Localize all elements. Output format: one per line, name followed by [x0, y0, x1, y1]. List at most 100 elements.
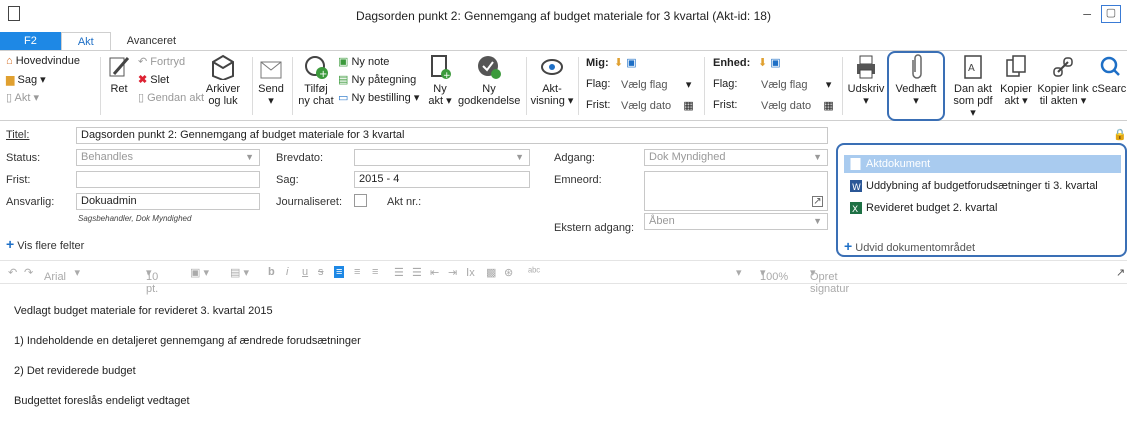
- ny-paategning-button[interactable]: ▤ Ny påtegning: [338, 73, 416, 86]
- mig-flag-select[interactable]: Vælg flag ▾: [621, 78, 691, 91]
- body-line: 2) Det reviderede budget: [14, 365, 136, 377]
- adgang-select[interactable]: Dok Myndighed ▼: [644, 149, 828, 166]
- kopier-link-button[interactable]: Kopier link til akten ▾: [1036, 54, 1090, 107]
- text-color-icon[interactable]: ▣ ▾: [190, 266, 209, 279]
- vis-flere-felter-link[interactable]: + Vis flere felter: [6, 236, 84, 252]
- clear-format-icon[interactable]: Ⅰx: [466, 266, 475, 279]
- slet-button[interactable]: ✖ Slet: [138, 73, 169, 86]
- ekstern-adgang-select[interactable]: Åben ▼: [644, 213, 828, 230]
- underline-icon[interactable]: u: [302, 266, 308, 278]
- sag-input[interactable]: 2015 - 4: [354, 171, 530, 188]
- page-icon: ▯: [6, 92, 13, 104]
- page-icon: [850, 158, 861, 170]
- outdent-icon[interactable]: ⇤: [430, 266, 439, 279]
- gendan-akt-button[interactable]: ▯ Gendan akt: [138, 91, 204, 104]
- mig-frist-label: Frist:: [586, 99, 611, 111]
- window-title: Dagsorden punkt 2: Gennemgang af budget …: [356, 9, 771, 23]
- enhed-frist-select[interactable]: Vælg dato ▦: [761, 99, 834, 112]
- fortryd-button[interactable]: ↶ Fortryd: [138, 55, 185, 68]
- title-bar: Dagsorden punkt 2: Gennemgang af budget …: [0, 0, 1127, 30]
- brevdato-input[interactable]: ▼: [354, 149, 530, 166]
- enhed-flag-buttons[interactable]: ⬇ ▣: [758, 56, 781, 69]
- akt-button[interactable]: ▯ Akt ▾: [6, 91, 39, 104]
- align-right-icon[interactable]: ≡: [372, 266, 378, 278]
- format-dropdown[interactable]: ▾: [736, 266, 742, 279]
- akt-visning-button[interactable]: Akt-visning ▾: [530, 54, 574, 107]
- undo-icon[interactable]: ↶: [8, 266, 17, 279]
- mig-flag-label: Flag:: [586, 78, 611, 90]
- lock-icon: 🔒: [1113, 129, 1127, 141]
- send-button[interactable]: Send ▾: [256, 54, 286, 107]
- arkiver-button[interactable]: Arkiver og luk: [200, 54, 246, 107]
- ret-button[interactable]: Ret: [104, 54, 134, 95]
- bold-icon[interactable]: b: [268, 266, 275, 278]
- bullet-list-icon[interactable]: ☰: [394, 266, 404, 279]
- document-item-revideret[interactable]: X Revideret budget 2. kvartal: [844, 199, 1121, 217]
- copy-icon: [1006, 55, 1026, 77]
- document-item-aktdokument[interactable]: Aktdokument: [844, 155, 1121, 173]
- ansvarlig-input[interactable]: Dokuadmin: [76, 193, 260, 210]
- align-left-icon[interactable]: ≡: [334, 266, 345, 278]
- frist-label: Frist:: [6, 174, 31, 186]
- image-icon[interactable]: ▩: [486, 266, 496, 279]
- status-select[interactable]: Behandles ▼: [76, 149, 260, 166]
- hovedvindue-button[interactable]: ⌂ Hovedvindue: [6, 55, 80, 67]
- restore-icon: ▯: [138, 92, 145, 104]
- emneord-input[interactable]: ↗: [644, 171, 828, 211]
- pdf-icon: A: [964, 55, 982, 79]
- expand-editor-icon[interactable]: ↗: [1116, 266, 1125, 279]
- ny-note-button[interactable]: ▣ Ny note: [338, 55, 389, 68]
- maximize-button[interactable]: ▢: [1101, 5, 1121, 23]
- italic-icon[interactable]: i: [286, 266, 288, 278]
- ny-akt-button[interactable]: + Ny akt ▾: [424, 54, 456, 107]
- svg-text:A: A: [968, 63, 975, 74]
- indent-icon[interactable]: ⇥: [448, 266, 457, 279]
- enhed-flag-select[interactable]: Vælg flag ▾: [761, 78, 831, 91]
- font-size-select[interactable]: 10 pt. ▾: [146, 266, 158, 295]
- ny-bestilling-button[interactable]: ▭ Ny bestilling ▾: [338, 91, 419, 104]
- tilfoej-ny-chat-button[interactable]: + Tilføj ny chat: [296, 54, 336, 107]
- tab-avanceret[interactable]: Avanceret: [111, 32, 192, 51]
- minimize-button[interactable]: –: [1083, 5, 1091, 23]
- font-select[interactable]: Arial ▾: [44, 266, 80, 283]
- udskriv-button[interactable]: Udskriv ▾: [846, 54, 886, 107]
- spellcheck-icon[interactable]: ᵃᵇᶜ: [528, 266, 540, 278]
- titel-label: Titel:: [6, 129, 30, 141]
- document-item-uddybning[interactable]: W Uddybning af budgetforudsætninger ti 3…: [844, 177, 1121, 195]
- undo-icon: ↶: [138, 56, 148, 68]
- redo-icon[interactable]: ↷: [24, 266, 33, 279]
- zoom-select[interactable]: 100% ▾: [760, 266, 788, 283]
- link-icon[interactable]: ⊛: [504, 266, 513, 279]
- adgang-label: Adgang:: [554, 152, 595, 164]
- mig-frist-select[interactable]: Vælg dato ▦: [621, 99, 694, 112]
- mig-flag-buttons[interactable]: ⬇ ▣: [614, 56, 637, 69]
- udvid-dokumentomraadet-link[interactable]: + Udvid dokumentområdet: [844, 238, 975, 254]
- enhed-label: Enhed:: [713, 57, 751, 69]
- download-icon: ⬇: [758, 57, 768, 69]
- sagsbehandler-note: Sagsbehandler, Dok Myndighed: [78, 214, 192, 223]
- align-center-icon[interactable]: ≡: [354, 266, 360, 278]
- search-icon: [1100, 56, 1120, 76]
- strikethrough-icon[interactable]: s: [318, 266, 324, 278]
- csearch-button[interactable]: cSearch: [1092, 54, 1127, 95]
- highlight-color-icon[interactable]: ▤ ▾: [230, 266, 249, 279]
- svg-text:+: +: [319, 69, 327, 80]
- body-line: 1) Indeholdende en detaljeret gennemgang…: [14, 335, 361, 347]
- frist-input[interactable]: [76, 171, 260, 188]
- signatur-select[interactable]: Opret signatur ▾: [810, 266, 849, 295]
- body-line: Budgettet foreslås endeligt vedtaget: [14, 395, 190, 407]
- new-page-icon: +: [431, 55, 451, 80]
- calendar-icon: ▣: [770, 57, 781, 69]
- titel-input[interactable]: Dagsorden punkt 2: Gennemgang af budget …: [76, 127, 828, 144]
- numbered-list-icon[interactable]: ☰: [412, 266, 422, 279]
- tab-akt[interactable]: Akt: [60, 32, 111, 51]
- ny-godkendelse-button[interactable]: Ny godkendelse: [458, 54, 520, 107]
- journaliseret-checkbox[interactable]: [354, 194, 367, 207]
- tab-f2[interactable]: F2: [0, 32, 61, 51]
- edit-icon: [109, 57, 130, 77]
- emneord-label: Emneord:: [554, 174, 602, 186]
- dan-akt-pdf-button[interactable]: A Dan akt som pdf ▾: [950, 54, 996, 119]
- expand-icon[interactable]: ↗: [812, 196, 823, 207]
- kopier-akt-button[interactable]: Kopier akt ▾: [998, 54, 1034, 107]
- sag-button[interactable]: ▆ Sag ▾: [6, 73, 46, 86]
